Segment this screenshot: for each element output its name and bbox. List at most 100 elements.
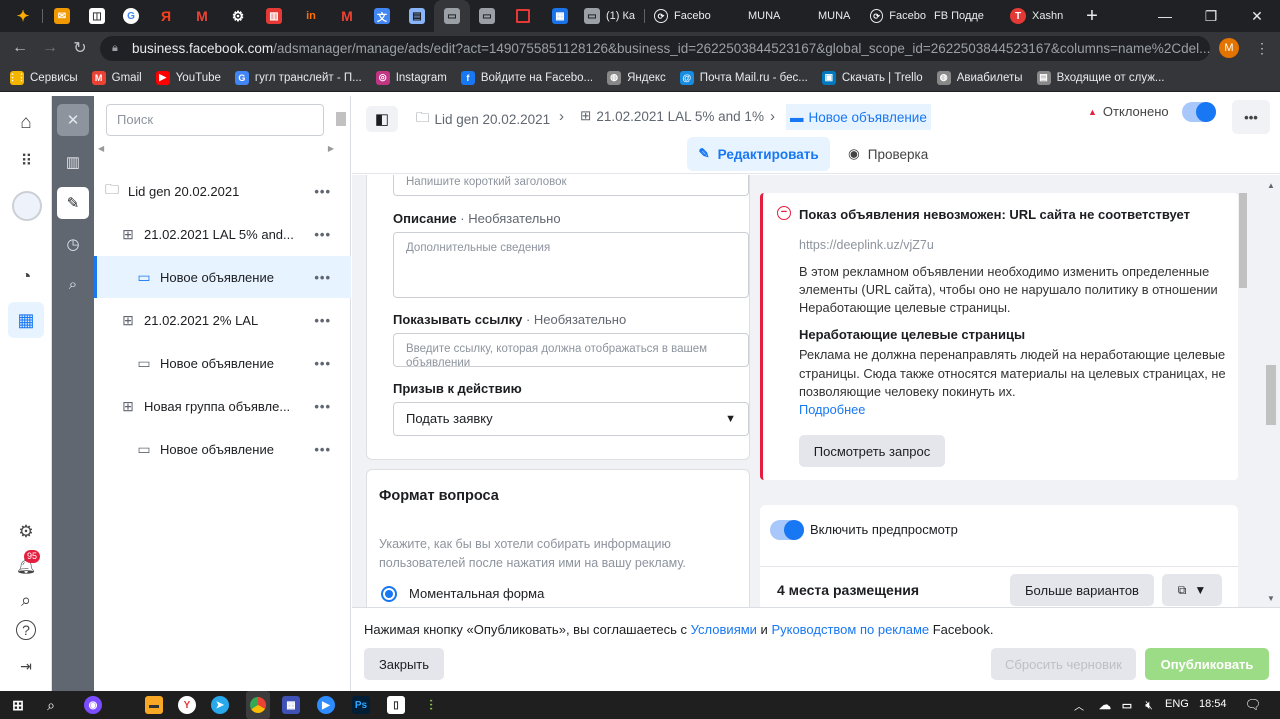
close-window-icon[interactable]: ✕: [1234, 0, 1280, 32]
yandex-browser-icon[interactable]: Y: [178, 696, 196, 714]
tab[interactable]: ▤: [400, 0, 434, 32]
profile-avatar[interactable]: M: [1219, 38, 1239, 58]
more-dots-icon[interactable]: •••: [314, 184, 331, 199]
tab[interactable]: ◫: [80, 0, 114, 32]
tab[interactable]: Я: [148, 0, 184, 32]
chart-icon[interactable]: ▥: [57, 146, 89, 178]
explorer-icon[interactable]: ▬: [145, 696, 163, 714]
tab[interactable]: ✉: [44, 0, 80, 32]
edit-mode-button[interactable]: ✎ Редактировать: [687, 137, 830, 171]
more-dots-icon[interactable]: •••: [314, 227, 331, 242]
more-options-icon[interactable]: •••: [1232, 100, 1270, 134]
tab[interactable]: MUNA: [742, 0, 792, 32]
more-dots-icon[interactable]: •••: [314, 399, 331, 414]
more-dots-icon[interactable]: •••: [314, 442, 331, 457]
menu-icon[interactable]: ⋮: [1252, 38, 1272, 58]
terms-link[interactable]: Условиями: [691, 622, 757, 637]
account-avatar[interactable]: [12, 191, 42, 221]
status-toggle[interactable]: [1182, 102, 1216, 122]
language-indicator[interactable]: ENG: [1165, 698, 1189, 710]
tab-active[interactable]: ▭: [434, 0, 470, 32]
share-preview-button[interactable]: ⧉ ▼: [1162, 574, 1222, 606]
grid-menu-icon[interactable]: ⠿: [12, 147, 40, 175]
tree-item[interactable]: 🗀︎ Lid gen 20.02.2021 •••: [94, 170, 351, 212]
notes-icon[interactable]: ▯: [387, 696, 405, 714]
minimize-icon[interactable]: —: [1142, 0, 1188, 32]
tab[interactable]: in: [292, 0, 330, 32]
bookmark-item[interactable]: M Gmail: [91, 70, 142, 85]
search-icon[interactable]: ⌕: [42, 696, 60, 714]
forward-icon[interactable]: →: [40, 38, 60, 58]
more-variants-button[interactable]: Больше вариантов: [1010, 574, 1154, 606]
back-icon[interactable]: ←: [10, 38, 30, 58]
breadcrumb-ad[interactable]: ▬ Новое объявление: [786, 104, 931, 130]
cta-select[interactable]: Подать заявку ▼: [393, 402, 749, 436]
tab[interactable]: FB Подде: [928, 0, 1000, 32]
tree-h-scrollbar[interactable]: ◀ ▶: [98, 144, 334, 154]
tab[interactable]: ▥: [256, 0, 292, 32]
clock[interactable]: 18:54: [1199, 698, 1227, 710]
gauge-icon[interactable]: ◔: [12, 262, 40, 290]
panel-toggle-icon[interactable]: ◧: [366, 106, 398, 132]
ads-manager-icon[interactable]: ▦: [8, 302, 44, 338]
review-mode-button[interactable]: ◉ Проверка: [848, 137, 928, 171]
bookmark-item[interactable]: ◎ Instagram: [375, 70, 447, 85]
tab[interactable]: ⟳ Facebo: [648, 0, 712, 32]
tab[interactable]: ⟳ Facebo: [864, 0, 926, 32]
tree-item[interactable]: ⊞ 21.02.2021 2% LAL •••: [94, 299, 351, 341]
zoom-search-icon[interactable]: ⌕: [57, 268, 89, 300]
notifications-icon[interactable]: 🗨︎: [1244, 696, 1262, 714]
tab[interactable]: ⚙: [220, 0, 256, 32]
breadcrumb-adset[interactable]: ⊞ 21.02.2021 LAL 5% and 1%: [580, 108, 764, 124]
tree-item[interactable]: ⊞ Новая группа объявле... •••: [94, 385, 351, 427]
tab[interactable]: G: [114, 0, 148, 32]
tab[interactable]: [504, 0, 542, 32]
tree-item[interactable]: ▭ Новое объявление •••: [94, 428, 351, 470]
ad-policy-link[interactable]: Руководством по рекламе: [771, 622, 929, 637]
right-scrollbar[interactable]: [1266, 365, 1276, 425]
tree-item[interactable]: ▭ Новое объявление •••: [94, 256, 351, 298]
restore-icon[interactable]: ❐: [1188, 0, 1234, 32]
photoshop-icon[interactable]: Ps: [352, 696, 370, 714]
search-icon[interactable]: ⌕: [12, 586, 40, 614]
bookmark-item[interactable]: ▤ Входящие от служ...: [1036, 70, 1165, 85]
tab[interactable]: ▦: [542, 0, 578, 32]
bookmark-item[interactable]: ▣ Скачать | Trello: [821, 70, 923, 85]
bookmark-item[interactable]: ▶ YouTube: [155, 70, 221, 85]
headline-input[interactable]: Напишите короткий заголовок: [393, 175, 749, 196]
tree-item[interactable]: ▭ Новое объявление •••: [94, 342, 351, 384]
description-input[interactable]: Дополнительные сведения: [393, 232, 749, 298]
more-dots-icon[interactable]: •••: [314, 356, 331, 371]
close-button[interactable]: Закрыть: [364, 648, 444, 680]
bookmark-item[interactable]: ◍ Яндекс: [607, 70, 666, 85]
close-panel-icon[interactable]: ✕: [57, 104, 89, 136]
volume-muted-icon[interactable]: 🔇︎: [1140, 696, 1158, 714]
tab[interactable]: ✦: [6, 0, 40, 32]
bookmark-item[interactable]: f Войдите на Facebo...: [460, 70, 593, 85]
bookmark-item[interactable]: Gгугл транслейт - П...: [234, 70, 362, 85]
view-request-button[interactable]: Посмотреть запрос: [799, 435, 945, 467]
help-icon[interactable]: ?: [16, 620, 36, 640]
sidebar-toggle-icon[interactable]: ⇥: [12, 652, 40, 680]
tab[interactable]: M: [330, 0, 364, 32]
more-dots-icon[interactable]: •••: [314, 313, 331, 328]
chart-app-icon[interactable]: ⫶: [422, 696, 440, 714]
tab[interactable]: M: [184, 0, 220, 32]
tree-item[interactable]: ⊞ 21.02.2021 LAL 5% and... •••: [94, 213, 351, 255]
windows-start-icon[interactable]: ⊞: [9, 696, 27, 714]
zoom-icon[interactable]: ▶: [317, 696, 335, 714]
reset-draft-button[interactable]: Сбросить черновик: [991, 648, 1136, 680]
chrome-taskbar-icon[interactable]: [246, 691, 270, 719]
display-link-input[interactable]: Введите ссылку, которая должна отображат…: [393, 333, 749, 367]
new-tab-button[interactable]: +: [1078, 0, 1106, 32]
tab[interactable]: T Xashn: [1004, 0, 1070, 32]
network-icon[interactable]: ▭: [1118, 696, 1136, 714]
scroll-down-icon[interactable]: ▼: [1267, 594, 1275, 603]
telegram-icon[interactable]: ➤: [211, 696, 229, 714]
scroll-up-icon[interactable]: ▲: [1267, 181, 1275, 190]
app-icon[interactable]: ▦: [282, 696, 300, 714]
more-dots-icon[interactable]: •••: [314, 270, 331, 285]
tree-search-input[interactable]: Поиск: [106, 104, 324, 136]
home-icon[interactable]: ⌂: [12, 109, 40, 137]
tab[interactable]: ▭ (1) Ка: [578, 0, 644, 32]
